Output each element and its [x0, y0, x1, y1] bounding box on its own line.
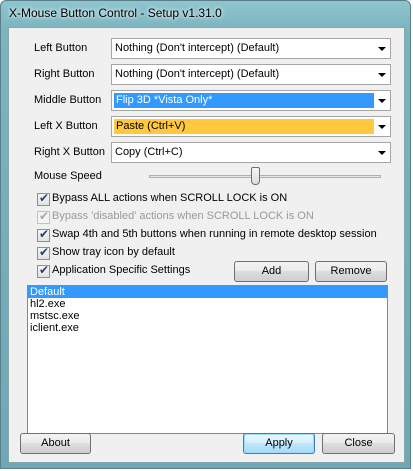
list-item-iclient[interactable]: iclient.exe: [28, 322, 387, 334]
left-x-button-label: Left X Button: [34, 120, 98, 132]
close-button[interactable]: Close: [322, 433, 395, 454]
window-title: X-Mouse Button Control - Setup v1.31.0: [9, 6, 222, 20]
chevron-down-icon: [378, 151, 386, 155]
right-button-select[interactable]: Nothing (Don't intercept) (Default): [111, 64, 391, 85]
dialog-client-area: Left Button Nothing (Don't intercept) (D…: [8, 27, 405, 463]
chevron-down-icon: [378, 99, 386, 103]
swap-buttons-label: Swap 4th and 5th buttons when running in…: [52, 228, 377, 240]
apply-button[interactable]: Apply: [243, 433, 315, 454]
checkmark-icon: ✔: [39, 191, 50, 205]
right-button-label: Right Button: [34, 68, 95, 80]
show-tray-icon-checkbox[interactable]: ✔: [37, 245, 50, 260]
middle-button-select[interactable]: Flip 3D *Vista Only*: [111, 90, 391, 111]
right-button-select-value: Nothing (Don't intercept) (Default): [115, 68, 280, 80]
middle-button-select-value: Flip 3D *Vista Only*: [116, 94, 213, 106]
right-x-button-label: Right X Button: [34, 146, 105, 158]
chevron-down-icon: [378, 125, 386, 129]
left-button-label: Left Button: [34, 42, 88, 54]
mouse-speed-slider-thumb[interactable]: [251, 167, 260, 185]
checkmark-icon: ✔: [39, 227, 50, 241]
list-item-default[interactable]: Default: [28, 286, 387, 298]
left-x-button-select-value: Paste (Ctrl+V): [116, 120, 186, 132]
swap-buttons-checkbox[interactable]: ✔: [37, 227, 50, 242]
checkmark-icon: ✔: [39, 209, 50, 223]
bypass-all-checkbox[interactable]: ✔: [37, 191, 50, 206]
bypass-disabled-label: Bypass 'disabled' actions when SCROLL LO…: [52, 210, 314, 222]
mouse-speed-track[interactable]: [149, 175, 381, 178]
app-specific-checkbox[interactable]: ✔: [37, 263, 50, 278]
list-item-mstsc[interactable]: mstsc.exe: [28, 310, 387, 322]
bypass-disabled-checkbox: ✔: [37, 209, 50, 224]
show-tray-icon-label: Show tray icon by default: [52, 246, 175, 258]
chevron-down-icon: [378, 47, 386, 51]
bypass-all-label: Bypass ALL actions when SCROLL LOCK is O…: [52, 192, 288, 204]
left-x-button-select[interactable]: Paste (Ctrl+V): [111, 116, 391, 137]
checkmark-icon: ✔: [39, 263, 50, 277]
add-button[interactable]: Add: [234, 261, 309, 282]
right-x-button-select-value: Copy (Ctrl+C): [115, 146, 183, 158]
app-specific-label: Application Specific Settings: [52, 264, 191, 276]
chevron-down-icon: [378, 73, 386, 77]
list-item-hl2[interactable]: hl2.exe: [28, 298, 387, 310]
left-button-select-value: Nothing (Don't intercept) (Default): [115, 42, 280, 54]
right-x-button-select[interactable]: Copy (Ctrl+C): [111, 142, 391, 163]
main-window: X-Mouse Button Control - Setup v1.31.0 L…: [0, 0, 411, 469]
title-bar[interactable]: X-Mouse Button Control - Setup v1.31.0: [1, 1, 410, 27]
mouse-speed-label: Mouse Speed: [34, 170, 102, 182]
middle-button-label: Middle Button: [34, 94, 102, 106]
left-button-select[interactable]: Nothing (Don't intercept) (Default): [111, 38, 391, 59]
remove-button[interactable]: Remove: [315, 261, 387, 282]
application-list[interactable]: Default hl2.exe mstsc.exe iclient.exe: [27, 285, 388, 434]
checkmark-icon: ✔: [39, 245, 50, 259]
about-button[interactable]: About: [20, 433, 91, 454]
